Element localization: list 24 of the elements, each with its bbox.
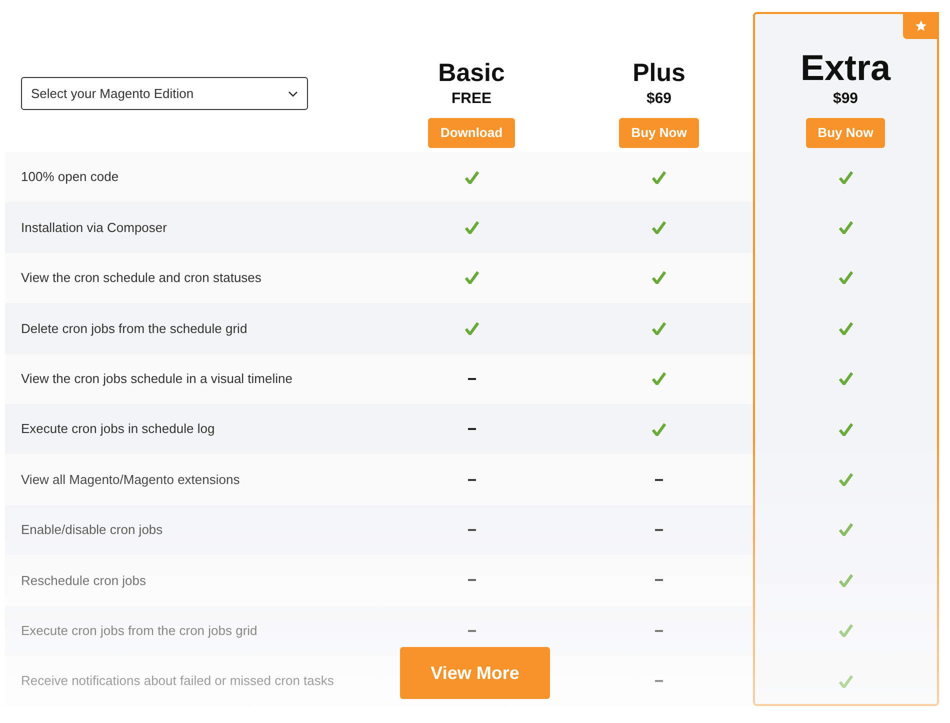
plan-button[interactable]: Buy Now bbox=[619, 118, 699, 148]
plan-price: FREE bbox=[451, 89, 492, 109]
feature-label: Installation via Composer bbox=[21, 218, 167, 237]
feature-label: Execute cron jobs from the cron jobs grid bbox=[21, 622, 258, 640]
plan-price: $99 bbox=[832, 89, 858, 109]
feature-label: Enable/disable cron jobs bbox=[21, 521, 163, 540]
plan-button[interactable]: Buy Now bbox=[806, 118, 886, 148]
feature-label: Receive notifications about failed or missed cron tasks bbox=[21, 672, 334, 690]
feature-label: View the cron schedule and cron statuses bbox=[21, 269, 262, 288]
feature-label: Execute cron jobs in schedule log bbox=[21, 420, 215, 438]
view-more-button[interactable]: View More bbox=[400, 647, 550, 699]
feature-label: 100% open code bbox=[21, 168, 119, 186]
plan-name: Basic bbox=[438, 58, 505, 88]
feature-label: View all Magento/Magento extensions bbox=[21, 470, 240, 489]
feature-label: Delete cron jobs from the schedule grid bbox=[21, 320, 248, 338]
feature-label: Reschedule cron jobs bbox=[21, 572, 146, 590]
feature-label: View the cron jobs schedule in a visual timeline bbox=[21, 370, 292, 388]
plan-price: $69 bbox=[646, 89, 672, 109]
plan-name: Plus bbox=[632, 58, 686, 88]
edition-select[interactable]: Select your Magento Edition bbox=[21, 77, 308, 110]
plan-name: Extra bbox=[800, 48, 891, 88]
plan-button[interactable]: Download bbox=[428, 118, 515, 148]
star-icon bbox=[915, 20, 927, 32]
chevron-down-icon bbox=[288, 90, 298, 96]
